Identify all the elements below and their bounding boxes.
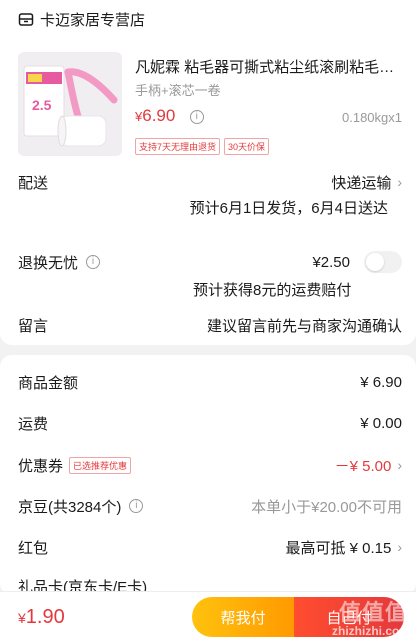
- info-icon[interactable]: i: [129, 499, 144, 513]
- product-spec: 手柄+滚芯一卷: [135, 83, 221, 98]
- price-value: 6.90: [142, 106, 176, 125]
- chevron-right-icon: ›: [397, 174, 402, 190]
- red-packet-amount: 最高可抵 ¥ 0.15: [285, 539, 392, 557]
- return-insurance-row: 退换无忧 i ¥2.50: [18, 251, 402, 273]
- order-item-card: 卡迈家居专营店 2.5 凡妮霖 粘毛器可撕式粘尘纸滚刷粘毛… 手柄+滚芯一卷 ¥…: [0, 0, 416, 345]
- delivery-eta: 预计6月1日发货，6月4日送达: [189, 200, 388, 217]
- shipping-value: ¥ 0.00: [360, 414, 402, 432]
- shipping-row: 运费 ¥ 0.00: [18, 412, 402, 434]
- return-insurance-value: ¥2.50: [312, 251, 402, 273]
- weight-quantity: 0.180kgx1: [342, 110, 402, 125]
- total-currency: ¥: [18, 610, 26, 626]
- delivery-method: 快递运输 ›: [331, 172, 402, 193]
- message-row[interactable]: 留言 建议留言前先与商家沟通确认: [18, 314, 402, 336]
- watermark-url: zhizhizhi.com: [332, 624, 410, 638]
- red-packet-value: 最高可抵 ¥ 0.15 ›: [285, 537, 402, 558]
- coupon-row[interactable]: 优惠券 已选推荐优惠 －¥ 5.00 ›: [18, 454, 402, 476]
- delivery-label: 配送: [18, 174, 49, 192]
- message-label: 留言: [18, 317, 49, 335]
- red-packet-row[interactable]: 红包 最高可抵 ¥ 0.15 ›: [18, 536, 402, 558]
- store-name: 卡迈家居专营店: [40, 11, 146, 29]
- coupon-tag: 已选推荐优惠: [69, 456, 132, 474]
- service-tags: 支持7天无理由退货 30天价保: [135, 138, 270, 155]
- store-row[interactable]: 卡迈家居专营店: [18, 8, 145, 30]
- price-info-icon[interactable]: i: [189, 110, 204, 124]
- product-title[interactable]: 凡妮霖 粘毛器可撕式粘尘纸滚刷粘毛…: [135, 56, 401, 77]
- info-icon[interactable]: i: [86, 255, 101, 269]
- thumb-text: 2.5: [32, 97, 52, 113]
- total-price: ¥1.90: [18, 606, 65, 629]
- coupon-amount: －¥ 5.00: [334, 457, 392, 475]
- return-insurance-note: 预计获得8元的运费赔付: [193, 282, 352, 299]
- goods-amount-row: 商品金额 ¥ 6.90: [18, 371, 402, 393]
- chevron-right-icon: ›: [397, 457, 402, 473]
- help-pay-button[interactable]: 帮我付: [192, 597, 294, 637]
- return-insurance-label: 退换无忧: [18, 254, 79, 272]
- jd-beans-label: 京豆(共3284个): [18, 498, 122, 516]
- service-tag: 支持7天无理由退货: [135, 138, 221, 155]
- message-input[interactable]: 建议留言前先与商家沟通确认: [207, 315, 402, 336]
- delivery-row[interactable]: 配送 快递运输 ›: [18, 171, 402, 193]
- price-summary-card: 商品金额 ¥ 6.90 运费 ¥ 0.00 优惠券 已选推荐优惠 －¥ 5.00…: [0, 355, 416, 595]
- delivery-method-text: 快递运输: [331, 174, 392, 192]
- store-icon: [18, 13, 34, 26]
- lint-roller-image: 2.5: [23, 65, 118, 147]
- goods-amount-value: ¥ 6.90: [360, 373, 402, 391]
- return-insurance-price: ¥2.50: [312, 253, 350, 271]
- chevron-right-icon: ›: [397, 539, 402, 555]
- return-insurance-toggle[interactable]: [364, 251, 402, 273]
- product-price: ¥6.90 i: [135, 106, 204, 126]
- service-tag: 30天价保: [224, 138, 270, 155]
- red-packet-label: 红包: [18, 539, 49, 557]
- jd-beans-note: 本单小于¥20.00不可用: [251, 498, 402, 516]
- product-thumbnail[interactable]: 2.5: [18, 52, 122, 156]
- coupon-label: 优惠券: [18, 457, 64, 475]
- shipping-label: 运费: [18, 415, 49, 433]
- jd-beans-row: 京豆(共3284个) i 本单小于¥20.00不可用: [18, 495, 402, 517]
- total-value: 1.90: [25, 606, 65, 628]
- coupon-value: －¥ 5.00 ›: [335, 455, 402, 476]
- goods-amount-label: 商品金额: [18, 374, 79, 392]
